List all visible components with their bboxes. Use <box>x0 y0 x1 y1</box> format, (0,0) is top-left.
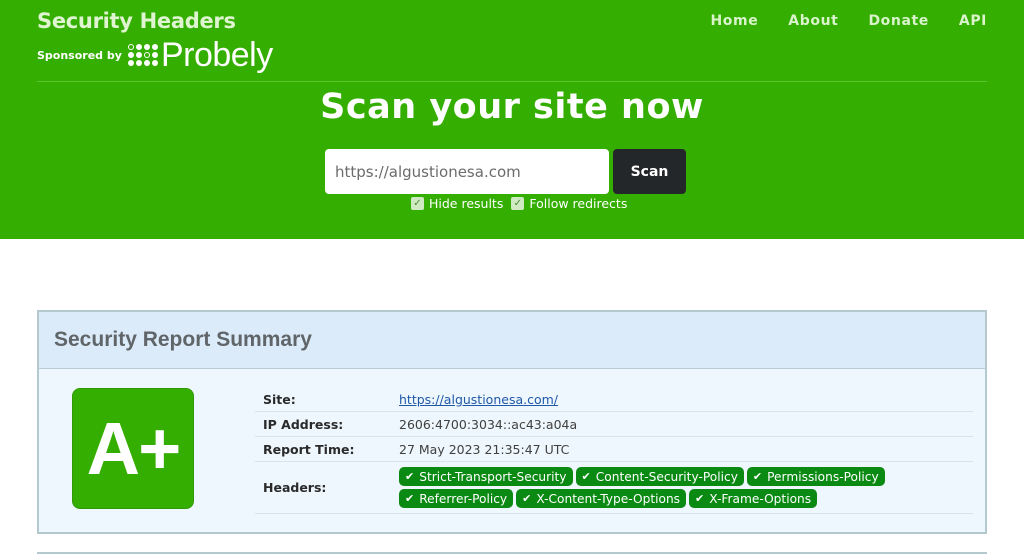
grade-badge: A+ <box>72 388 194 509</box>
hide-results-label: Hide results <box>429 196 504 211</box>
follow-redirects-option[interactable]: ✓ Follow redirects <box>511 196 627 211</box>
probely-logo-icon <box>127 44 158 66</box>
sponsor-label: Sponsored by <box>37 48 122 62</box>
headers-row: Headers: ✔ Strict-Transport-Security ✔ Con… <box>255 462 973 514</box>
site-label: Site: <box>263 391 296 407</box>
site-link[interactable]: https://algustionesa.com/ <box>399 392 558 407</box>
report-info-table: Site: https://algustionesa.com/ IP Addre… <box>255 387 973 514</box>
follow-redirects-label: Follow redirects <box>529 196 628 211</box>
header-pill[interactable]: ✔ Strict-Transport-Security <box>399 467 573 486</box>
nav-about[interactable]: About <box>788 13 838 29</box>
scan-options: ✓ Hide results ✓ Follow redirects <box>411 196 635 211</box>
page-headline: Scan your site now <box>320 87 704 127</box>
header-pill-label: X-Content-Type-Options <box>536 491 681 506</box>
header-pills: ✔ Strict-Transport-Security ✔ Content-Secu… <box>399 466 973 510</box>
header-pill[interactable]: ✔ Permissions-Policy <box>746 467 885 486</box>
header-pill-label: Referrer-Policy <box>419 491 508 506</box>
sponsor-name: Probely <box>160 36 273 74</box>
report-title: Security Report Summary <box>54 328 312 351</box>
header-pill[interactable]: ✔ X-Frame-Options <box>689 489 818 508</box>
ip-label: IP Address: <box>263 416 344 432</box>
header-pill[interactable]: ✔ X-Content-Type-Options <box>516 489 687 508</box>
check-icon: ✔ <box>581 470 591 483</box>
nav-api[interactable]: API <box>959 13 987 29</box>
nav-donate[interactable]: Donate <box>868 13 928 29</box>
header-pill[interactable]: ✔ Referrer-Policy <box>399 489 514 508</box>
hide-results-checkbox[interactable]: ✓ <box>411 197 424 210</box>
hero-banner: Security Headers Sponsored by Probely Ho… <box>0 0 1024 239</box>
main-nav: Home About Donate API <box>680 13 987 29</box>
header-pill-label: Strict-Transport-Security <box>419 469 567 484</box>
sponsor-block[interactable]: Sponsored by Probely <box>37 38 273 72</box>
check-icon: ✔ <box>752 470 763 483</box>
hide-results-option[interactable]: ✓ Hide results <box>411 196 503 211</box>
report-time-row: Report Time: 27 May 2023 21:35:47 UTC <box>255 437 973 462</box>
header-pill-label: Permissions-Policy <box>767 469 879 484</box>
check-icon: ✔ <box>522 492 532 505</box>
ip-value: 2606:4700:3034::ac43:a04a <box>399 416 578 432</box>
header-pill[interactable]: ✔ Content-Security-Policy <box>575 467 744 486</box>
header-pill-label: Content-Security-Policy <box>595 469 738 484</box>
security-report-summary: Security Report Summary A+ Site: https:/… <box>37 310 987 534</box>
check-icon: ✔ <box>405 470 415 483</box>
report-time-label: Report Time: <box>263 441 355 457</box>
site-logo-title[interactable]: Security Headers <box>37 9 236 33</box>
check-icon: ✔ <box>695 492 705 505</box>
check-icon: ✔ <box>405 492 415 505</box>
scan-button[interactable]: Scan <box>613 149 686 194</box>
scan-form: Scan <box>325 149 686 194</box>
header-pill-label: X-Frame-Options <box>709 491 812 506</box>
url-input[interactable] <box>325 149 609 194</box>
nav-home[interactable]: Home <box>710 13 758 29</box>
site-row: Site: https://algustionesa.com/ <box>255 387 973 412</box>
headers-label: Headers: <box>263 480 327 495</box>
ip-row: IP Address: 2606:4700:3034::ac43:a04a <box>255 412 973 437</box>
report-header: Security Report Summary <box>39 312 985 369</box>
report-time-value: 27 May 2023 21:35:47 UTC <box>399 441 570 457</box>
follow-redirects-checkbox[interactable]: ✓ <box>511 197 525 210</box>
hero-divider <box>37 81 987 82</box>
